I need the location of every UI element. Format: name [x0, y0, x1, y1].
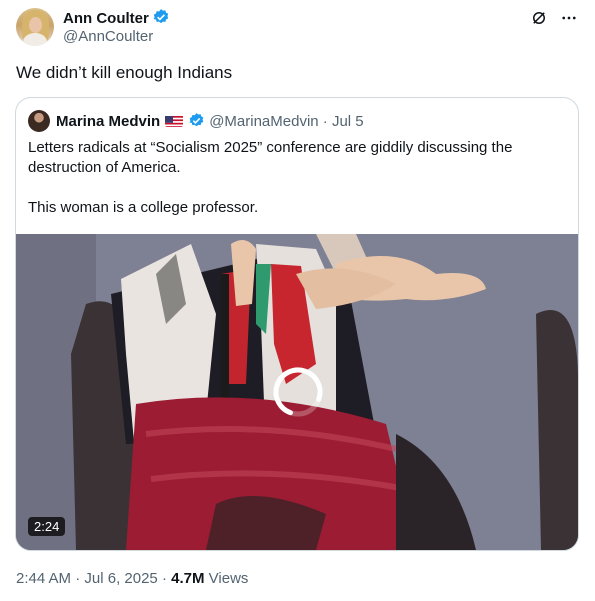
quote-header: Marina Medvin @MarinaMedvin · Jul 5 — [56, 112, 364, 133]
separator: · — [322, 113, 328, 130]
author-handle[interactable]: @AnnCoulter — [63, 28, 153, 45]
tweet-text: We didn’t kill enough Indians — [16, 63, 233, 82]
quote-text-line-2: This woman is a college professor. — [28, 199, 259, 216]
tweet-metadata: 2:44 AM · Jul 6, 2025 · 4.7M Views — [16, 570, 248, 587]
quoted-tweet[interactable]: Marina Medvin @MarinaMedvin · Jul 5 Lette… — [15, 97, 579, 551]
verified-badge-icon — [188, 112, 205, 133]
video-duration-badge: 2:24 — [28, 517, 66, 536]
quote-text-line-1: Letters radicals at “Socialism 2025” con… — [28, 139, 513, 176]
quote-author-handle[interactable]: @MarinaMedvin — [209, 113, 318, 130]
author-avatar[interactable] — [16, 8, 54, 46]
us-flag-icon — [165, 115, 184, 127]
quote-author-avatar[interactable] — [28, 110, 50, 132]
video-player[interactable]: 2:24 — [16, 234, 578, 550]
loading-spinner-icon — [268, 362, 328, 422]
more-options-icon[interactable] — [559, 8, 579, 28]
views-label: Views — [208, 570, 249, 587]
separator: · — [161, 570, 167, 587]
quote-text: Letters radicals at “Socialism 2025” con… — [28, 138, 568, 218]
tweet-time[interactable]: 2:44 AM — [16, 570, 71, 587]
quote-author-name[interactable]: Marina Medvin — [56, 113, 160, 130]
author-name-row[interactable]: Ann Coulter — [63, 8, 170, 30]
quote-date[interactable]: Jul 5 — [332, 113, 364, 130]
verified-badge-icon — [152, 8, 170, 30]
author-name[interactable]: Ann Coulter — [63, 10, 149, 27]
tweet-date[interactable]: Jul 6, 2025 — [84, 570, 157, 587]
separator: · — [75, 570, 81, 587]
views-count[interactable]: 4.7M — [171, 570, 204, 587]
grok-icon[interactable] — [529, 8, 549, 28]
